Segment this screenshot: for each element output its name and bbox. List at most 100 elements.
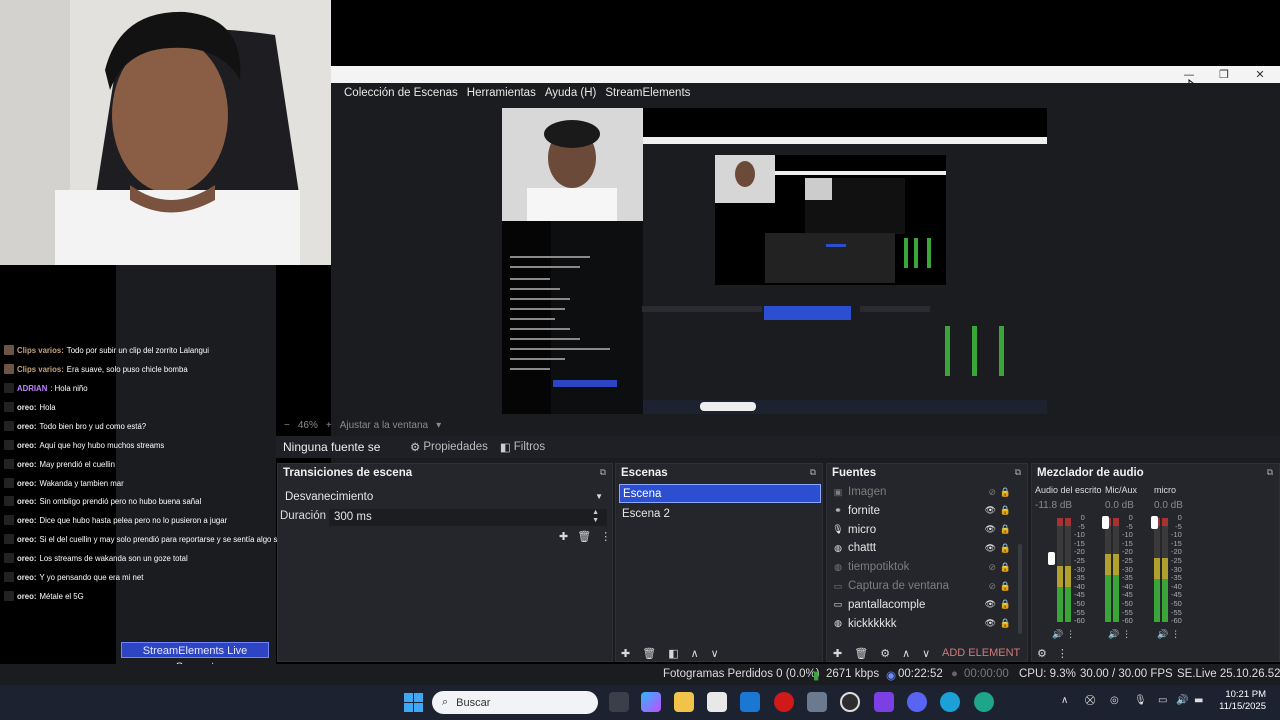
source-item[interactable]: ◍ kickkkkkk 👁 🔒 [831,615,1021,633]
preview-canvas[interactable] [502,108,1047,414]
edge-icon[interactable] [940,692,960,712]
move-up-icon[interactable]: ∧ [691,647,699,660]
lock-icon[interactable]: 🔒 [1000,505,1011,516]
channel-menu-icon[interactable]: ⋮ [1171,630,1180,640]
edge-dev-icon[interactable] [974,692,994,712]
zoom-in-button[interactable]: + [326,420,332,431]
menu-tools[interactable]: Herramientas [467,87,536,99]
undock-icon[interactable]: ⧉ [810,467,816,478]
add-transition-icon[interactable]: ✚ [559,530,568,543]
eye-icon[interactable]: 👁 [985,524,996,535]
volume-icon[interactable]: 🔊 [1176,695,1188,706]
volume-slider-handle[interactable] [1151,516,1158,529]
lock-icon[interactable]: 🔒 [1000,543,1011,554]
channel-menu-icon[interactable]: ⋮ [1122,630,1131,640]
settings-icon[interactable] [807,692,827,712]
source-item[interactable]: ▭ pantallacomple 👁 🔒 [831,596,1021,614]
add-scene-icon[interactable]: ✚ [621,647,630,660]
duration-input[interactable]: 300 ms ▲ ▼ [329,509,607,526]
eye-icon[interactable]: 👁 [985,505,996,516]
tray-app-icon[interactable]: ⛒ [1085,695,1095,706]
streamelements-live-support-button[interactable]: StreamElements Live Support [121,642,269,673]
store-icon[interactable] [707,692,727,712]
microphone-icon[interactable]: 🎙 [1134,695,1147,706]
source-item[interactable]: ◍ chattt 👁 🔒 [831,539,1021,557]
mixer-settings-icon[interactable]: ⚙ [1037,647,1047,660]
lock-icon[interactable]: 🔒 [1000,599,1011,610]
add-source-icon[interactable]: ✚ [833,647,842,660]
transitions-header: Transiciones de escena ⧉ [278,464,612,481]
undock-icon[interactable]: ⧉ [600,467,606,478]
scene-item-escena-2[interactable]: Escena 2 [619,505,821,524]
delete-scene-icon[interactable]: 🗑 [642,647,656,660]
taskbar-clock[interactable]: 10:21 PM 11/15/2025 [1219,689,1266,713]
undock-icon[interactable]: ⧉ [1267,467,1273,478]
eye-hidden-icon[interactable]: ⊘ [988,562,996,573]
eye-hidden-icon[interactable]: ⊘ [988,581,996,592]
properties-button[interactable]: ⚙ Propiedades [410,440,488,454]
source-item[interactable]: ▣ Imagen ⊘ 🔒 [831,483,1021,501]
undock-icon[interactable]: ⧉ [1015,467,1021,478]
move-up-icon[interactable]: ∧ [902,647,910,660]
move-down-icon[interactable]: ∨ [922,647,930,660]
network-icon[interactable]: ▭ [1158,695,1167,706]
windows-start-icon[interactable] [404,693,423,712]
zoom-dropdown-icon[interactable]: ▾ [436,420,441,431]
more-options-icon[interactable]: ⋮ [600,530,611,543]
delete-source-icon[interactable]: 🗑 [854,647,868,660]
media-app-icon[interactable] [874,692,894,712]
task-view-icon[interactable] [609,692,629,712]
source-item[interactable]: ▭ Captura de ventana ⊘ 🔒 [831,577,1021,595]
delete-transition-icon[interactable]: 🗑 [577,530,591,543]
taskbar-search[interactable]: ⌕ Buscar [432,691,598,714]
filters-button[interactable]: ◧ Filtros [500,440,545,454]
chat-message: oreo: Dice que hubo hasta pelea pero no l… [4,511,227,529]
speaker-icon[interactable]: 🔊 [1052,630,1063,640]
source-item[interactable]: ⚭ fornite 👁 🔒 [831,502,1021,520]
lock-icon[interactable]: 🔒 [1000,524,1011,535]
copilot-icon[interactable] [641,692,661,712]
sources-scrollbar[interactable] [1018,544,1022,634]
obs-icon[interactable] [840,692,860,712]
source-item[interactable]: ◍ tiempotiktok ⊘ 🔒 [831,558,1021,576]
source-name: Imagen [848,486,887,498]
lock-icon[interactable]: 🔒 [1000,562,1011,573]
source-settings-icon[interactable]: ⚙ [880,647,890,660]
scene-item-escena[interactable]: Escena [619,484,821,503]
eye-hidden-icon[interactable]: ⊘ [988,487,996,498]
chat-text: Todo bien bro y ud como está? [39,421,147,431]
filter-scene-icon[interactable]: ◧ [668,647,678,660]
restore-button[interactable]: ❐ [1207,66,1241,83]
lock-icon[interactable]: 🔒 [1000,618,1011,629]
speaker-icon[interactable]: 🔊 [1157,630,1168,640]
eye-icon[interactable]: 👁 [985,599,996,610]
volume-slider-handle[interactable] [1048,552,1055,565]
more-options-icon[interactable]: ⋮ [1057,647,1068,660]
fit-window-label[interactable]: Ajustar a la ventana [340,420,428,431]
move-down-icon[interactable]: ∨ [711,647,719,660]
menu-streamelements[interactable]: StreamElements [605,87,690,99]
duration-stepper[interactable]: ▲ ▼ [592,509,599,525]
volume-meter [1105,518,1111,622]
menu-help[interactable]: Ayuda (H) [545,87,597,99]
transition-select[interactable]: Desvanecimiento ▼ [282,488,609,505]
eye-icon[interactable]: 👁 [985,618,996,629]
menu-scene-collection[interactable]: Colección de Escenas [344,87,458,99]
add-element-button[interactable]: ADD ELEMENT [942,647,1020,659]
lock-icon[interactable]: 🔒 [1000,581,1011,592]
tray-opera-icon[interactable]: ◎ [1110,695,1119,706]
speaker-icon[interactable]: 🔊 [1108,630,1119,640]
file-explorer-icon[interactable] [674,692,694,712]
source-item[interactable]: 🎙 micro 👁 🔒 [831,521,1021,539]
tray-overflow-icon[interactable]: ∧ [1061,695,1068,706]
eye-icon[interactable]: 👁 [985,543,996,554]
discord-icon[interactable] [907,692,927,712]
opera-icon[interactable] [774,692,794,712]
close-button[interactable]: ✕ [1243,66,1277,83]
battery-icon[interactable]: ▬ [1194,695,1203,706]
lock-icon[interactable]: 🔒 [1000,487,1011,498]
outlook-icon[interactable] [740,692,760,712]
channel-menu-icon[interactable]: ⋮ [1066,630,1075,640]
zoom-out-button[interactable]: − [284,420,290,431]
volume-slider-handle[interactable] [1102,516,1109,529]
